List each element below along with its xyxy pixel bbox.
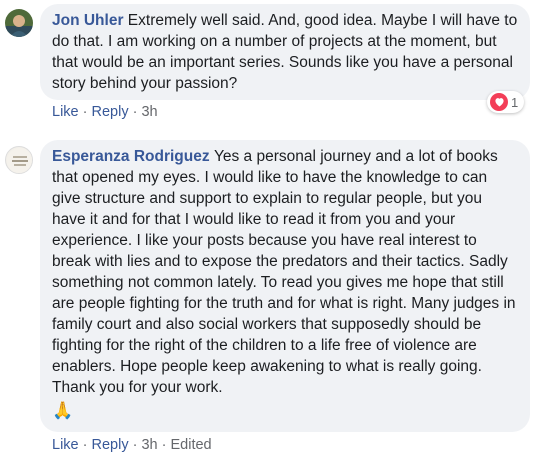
avatar-image bbox=[5, 9, 33, 37]
comment-bubble: Esperanza Rodriguez Yes a personal journ… bbox=[40, 140, 530, 432]
comment-bubble: Jon Uhler Extremely well said. And, good… bbox=[40, 4, 530, 100]
reply-link[interactable]: Reply bbox=[92, 437, 129, 453]
heart-icon bbox=[490, 93, 508, 111]
timestamp[interactable]: 3h bbox=[141, 104, 157, 120]
separator: · bbox=[161, 437, 171, 453]
timestamp[interactable]: 3h bbox=[141, 437, 157, 453]
pray-emoji: 🙏 bbox=[52, 401, 74, 420]
avatar[interactable] bbox=[5, 146, 33, 174]
separator: · bbox=[82, 437, 92, 453]
avatar[interactable] bbox=[5, 9, 33, 37]
comment-actions: Like · Reply · 3h bbox=[52, 104, 158, 120]
comment-actions: Like · Reply · 3h · Edited bbox=[52, 437, 212, 453]
reaction-badge[interactable]: 1 bbox=[487, 91, 525, 113]
reaction-count: 1 bbox=[511, 94, 519, 110]
reply-link[interactable]: Reply bbox=[92, 104, 129, 120]
comment-author[interactable]: Esperanza Rodriguez bbox=[52, 148, 214, 165]
avatar-image bbox=[7, 148, 32, 173]
comment-text: Yes a personal journey and a lot of book… bbox=[52, 148, 516, 396]
edited-label[interactable]: Edited bbox=[171, 437, 212, 453]
like-link[interactable]: Like bbox=[52, 437, 79, 453]
like-link[interactable]: Like bbox=[52, 104, 79, 120]
comment-author[interactable]: Jon Uhler bbox=[52, 12, 128, 29]
separator: · bbox=[82, 104, 92, 120]
